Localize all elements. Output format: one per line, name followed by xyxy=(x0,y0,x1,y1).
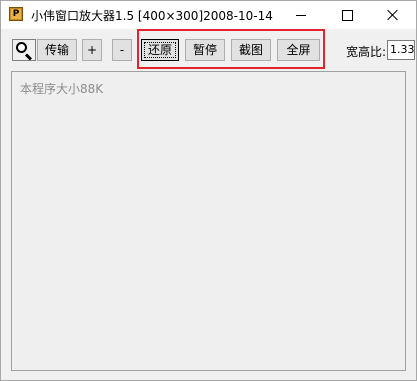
zoom-in-button[interactable]: + xyxy=(82,39,102,61)
aspect-ratio-label: 宽高比: xyxy=(346,45,387,59)
maximize-button[interactable] xyxy=(324,1,370,29)
app-window: P 小伟窗口放大器1.5 [400×300]2008-10-14 传输 + - … xyxy=(0,0,417,381)
aspect-ratio-input[interactable]: 1.33 xyxy=(387,40,415,60)
transfer-button[interactable]: 传输 xyxy=(37,39,77,61)
window-title: 小伟窗口放大器1.5 [400×300]2008-10-14 xyxy=(31,9,273,23)
magnifier-icon xyxy=(16,42,27,53)
magnified-view[interactable]: 本程序大小88K xyxy=(11,71,406,371)
fullscreen-button[interactable]: 全屏 xyxy=(277,39,320,61)
pause-button[interactable]: 暂停 xyxy=(185,39,225,61)
magnifier-button[interactable] xyxy=(12,39,36,61)
minimize-button[interactable] xyxy=(278,1,324,29)
close-button[interactable] xyxy=(370,1,416,29)
app-icon-letter: P xyxy=(11,9,21,19)
title-bar[interactable]: P 小伟窗口放大器1.5 [400×300]2008-10-14 xyxy=(1,1,416,29)
maximize-icon xyxy=(341,9,353,21)
program-size-note: 本程序大小88K xyxy=(20,82,104,96)
focus-rect xyxy=(144,42,176,58)
capture-button[interactable]: 截图 xyxy=(231,39,271,61)
app-icon[interactable]: P xyxy=(9,7,23,21)
close-icon xyxy=(387,9,399,21)
restore-button[interactable]: 还原 xyxy=(141,39,179,61)
toolbar: 传输 + - 还原 暂停 截图 全屏 宽高比: 1.33 xyxy=(1,29,416,69)
magnifier-handle xyxy=(24,53,33,61)
minimize-icon xyxy=(296,14,306,16)
zoom-out-button[interactable]: - xyxy=(112,39,132,61)
